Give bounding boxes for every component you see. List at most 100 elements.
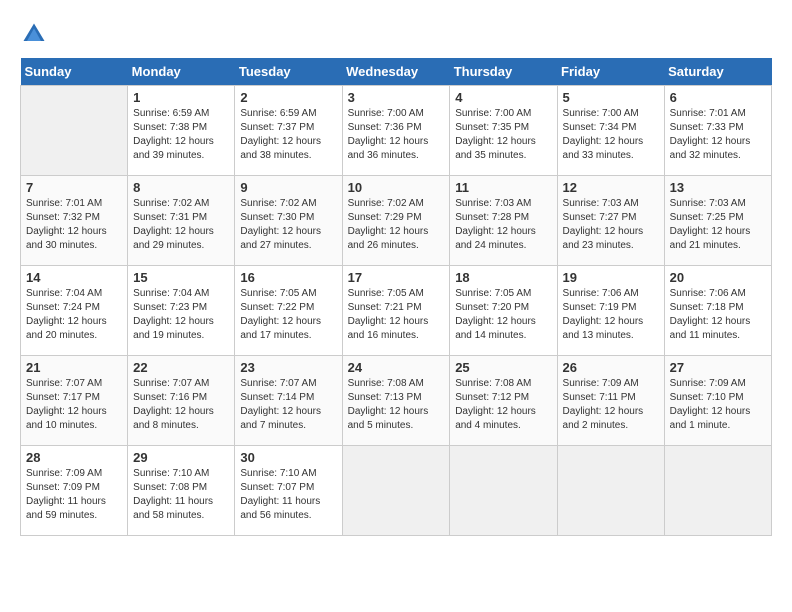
calendar-week-row: 7 Sunrise: 7:01 AMSunset: 7:32 PMDaylight… [21, 176, 772, 266]
day-number: 4 [455, 90, 551, 105]
day-number: 21 [26, 360, 122, 375]
calendar-cell: 23 Sunrise: 7:07 AMSunset: 7:14 PMDayligh… [235, 356, 342, 446]
calendar-cell: 20 Sunrise: 7:06 AMSunset: 7:18 PMDayligh… [664, 266, 771, 356]
calendar-cell [450, 446, 557, 536]
day-number: 14 [26, 270, 122, 285]
day-info: Sunrise: 6:59 AMSunset: 7:37 PMDaylight:… [240, 107, 336, 163]
day-number: 25 [455, 360, 551, 375]
day-info: Sunrise: 7:09 AMSunset: 7:10 PMDaylight:… [670, 377, 766, 433]
day-number: 6 [670, 90, 766, 105]
day-info: Sunrise: 7:03 AMSunset: 7:25 PMDaylight:… [670, 197, 766, 253]
day-number: 15 [133, 270, 229, 285]
calendar-cell: 5 Sunrise: 7:00 AMSunset: 7:34 PMDaylight… [557, 86, 664, 176]
day-number: 30 [240, 450, 336, 465]
day-info: Sunrise: 7:04 AMSunset: 7:23 PMDaylight:… [133, 287, 229, 343]
day-info: Sunrise: 7:05 AMSunset: 7:22 PMDaylight:… [240, 287, 336, 343]
day-number: 3 [348, 90, 445, 105]
day-info: Sunrise: 7:10 AMSunset: 7:08 PMDaylight:… [133, 467, 229, 523]
calendar-cell: 26 Sunrise: 7:09 AMSunset: 7:11 PMDayligh… [557, 356, 664, 446]
day-info: Sunrise: 7:02 AMSunset: 7:29 PMDaylight:… [348, 197, 445, 253]
calendar-cell: 17 Sunrise: 7:05 AMSunset: 7:21 PMDayligh… [342, 266, 450, 356]
day-number: 23 [240, 360, 336, 375]
day-number: 27 [670, 360, 766, 375]
calendar-cell: 18 Sunrise: 7:05 AMSunset: 7:20 PMDayligh… [450, 266, 557, 356]
day-number: 22 [133, 360, 229, 375]
day-number: 29 [133, 450, 229, 465]
day-info: Sunrise: 7:06 AMSunset: 7:18 PMDaylight:… [670, 287, 766, 343]
day-info: Sunrise: 7:07 AMSunset: 7:14 PMDaylight:… [240, 377, 336, 433]
day-info: Sunrise: 7:03 AMSunset: 7:28 PMDaylight:… [455, 197, 551, 253]
day-number: 7 [26, 180, 122, 195]
calendar-cell [21, 86, 128, 176]
day-info: Sunrise: 7:03 AMSunset: 7:27 PMDaylight:… [563, 197, 659, 253]
day-number: 8 [133, 180, 229, 195]
day-info: Sunrise: 7:02 AMSunset: 7:30 PMDaylight:… [240, 197, 336, 253]
weekday-header: Saturday [664, 58, 771, 86]
calendar-cell: 22 Sunrise: 7:07 AMSunset: 7:16 PMDayligh… [128, 356, 235, 446]
calendar-table: SundayMondayTuesdayWednesdayThursdayFrid… [20, 58, 772, 536]
day-info: Sunrise: 7:05 AMSunset: 7:20 PMDaylight:… [455, 287, 551, 343]
calendar-week-row: 1 Sunrise: 6:59 AMSunset: 7:38 PMDaylight… [21, 86, 772, 176]
day-info: Sunrise: 7:01 AMSunset: 7:33 PMDaylight:… [670, 107, 766, 163]
calendar-cell: 16 Sunrise: 7:05 AMSunset: 7:22 PMDayligh… [235, 266, 342, 356]
day-info: Sunrise: 7:01 AMSunset: 7:32 PMDaylight:… [26, 197, 122, 253]
day-info: Sunrise: 7:00 AMSunset: 7:36 PMDaylight:… [348, 107, 445, 163]
calendar-cell [664, 446, 771, 536]
calendar-cell: 2Sunrise: 6:59 AMSunset: 7:37 PMDaylight… [235, 86, 342, 176]
calendar-week-row: 14 Sunrise: 7:04 AMSunset: 7:24 PMDayligh… [21, 266, 772, 356]
day-number: 11 [455, 180, 551, 195]
day-info: Sunrise: 7:05 AMSunset: 7:21 PMDaylight:… [348, 287, 445, 343]
day-number: 12 [563, 180, 659, 195]
day-number: 9 [240, 180, 336, 195]
day-number: 5 [563, 90, 659, 105]
day-info: Sunrise: 7:07 AMSunset: 7:17 PMDaylight:… [26, 377, 122, 433]
calendar-cell: 28Sunrise: 7:09 AMSunset: 7:09 PMDayligh… [21, 446, 128, 536]
day-number: 26 [563, 360, 659, 375]
day-number: 17 [348, 270, 445, 285]
calendar-cell: 25 Sunrise: 7:08 AMSunset: 7:12 PMDayligh… [450, 356, 557, 446]
calendar-body: 1 Sunrise: 6:59 AMSunset: 7:38 PMDaylight… [21, 86, 772, 536]
day-number: 10 [348, 180, 445, 195]
day-info: Sunrise: 6:59 AMSunset: 7:38 PMDaylight:… [133, 107, 229, 163]
day-number: 18 [455, 270, 551, 285]
day-number: 28 [26, 450, 122, 465]
calendar-cell: 24 Sunrise: 7:08 AMSunset: 7:13 PMDayligh… [342, 356, 450, 446]
calendar-week-row: 28Sunrise: 7:09 AMSunset: 7:09 PMDayligh… [21, 446, 772, 536]
day-info: Sunrise: 7:00 AMSunset: 7:35 PMDaylight:… [455, 107, 551, 163]
day-number: 16 [240, 270, 336, 285]
calendar-cell: 14 Sunrise: 7:04 AMSunset: 7:24 PMDayligh… [21, 266, 128, 356]
calendar-week-row: 21 Sunrise: 7:07 AMSunset: 7:17 PMDayligh… [21, 356, 772, 446]
calendar-cell: 29 Sunrise: 7:10 AMSunset: 7:08 PMDayligh… [128, 446, 235, 536]
calendar-cell: 8 Sunrise: 7:02 AMSunset: 7:31 PMDaylight… [128, 176, 235, 266]
calendar-cell: 11 Sunrise: 7:03 AMSunset: 7:28 PMDayligh… [450, 176, 557, 266]
calendar-cell: 30 Sunrise: 7:10 AMSunset: 7:07 PMDayligh… [235, 446, 342, 536]
day-number: 13 [670, 180, 766, 195]
weekday-header: Monday [128, 58, 235, 86]
page-header [20, 20, 772, 48]
weekday-header: Friday [557, 58, 664, 86]
calendar-cell: 1 Sunrise: 6:59 AMSunset: 7:38 PMDaylight… [128, 86, 235, 176]
calendar-cell: 27 Sunrise: 7:09 AMSunset: 7:10 PMDayligh… [664, 356, 771, 446]
header-row: SundayMondayTuesdayWednesdayThursdayFrid… [21, 58, 772, 86]
calendar-cell: 19Sunrise: 7:06 AMSunset: 7:19 PMDayligh… [557, 266, 664, 356]
day-info: Sunrise: 7:04 AMSunset: 7:24 PMDaylight:… [26, 287, 122, 343]
day-number: 24 [348, 360, 445, 375]
calendar-cell [342, 446, 450, 536]
day-number: 1 [133, 90, 229, 105]
day-number: 19 [563, 270, 659, 285]
day-number: 20 [670, 270, 766, 285]
day-info: Sunrise: 7:07 AMSunset: 7:16 PMDaylight:… [133, 377, 229, 433]
day-info: Sunrise: 7:08 AMSunset: 7:12 PMDaylight:… [455, 377, 551, 433]
day-info: Sunrise: 7:02 AMSunset: 7:31 PMDaylight:… [133, 197, 229, 253]
calendar-cell: 9 Sunrise: 7:02 AMSunset: 7:30 PMDaylight… [235, 176, 342, 266]
weekday-header: Sunday [21, 58, 128, 86]
day-info: Sunrise: 7:00 AMSunset: 7:34 PMDaylight:… [563, 107, 659, 163]
calendar-cell: 7 Sunrise: 7:01 AMSunset: 7:32 PMDaylight… [21, 176, 128, 266]
day-info: Sunrise: 7:10 AMSunset: 7:07 PMDaylight:… [240, 467, 336, 523]
day-info: Sunrise: 7:09 AMSunset: 7:11 PMDaylight:… [563, 377, 659, 433]
calendar-header: SundayMondayTuesdayWednesdayThursdayFrid… [21, 58, 772, 86]
day-info: Sunrise: 7:08 AMSunset: 7:13 PMDaylight:… [348, 377, 445, 433]
weekday-header: Tuesday [235, 58, 342, 86]
calendar-cell [557, 446, 664, 536]
calendar-cell: 15 Sunrise: 7:04 AMSunset: 7:23 PMDayligh… [128, 266, 235, 356]
